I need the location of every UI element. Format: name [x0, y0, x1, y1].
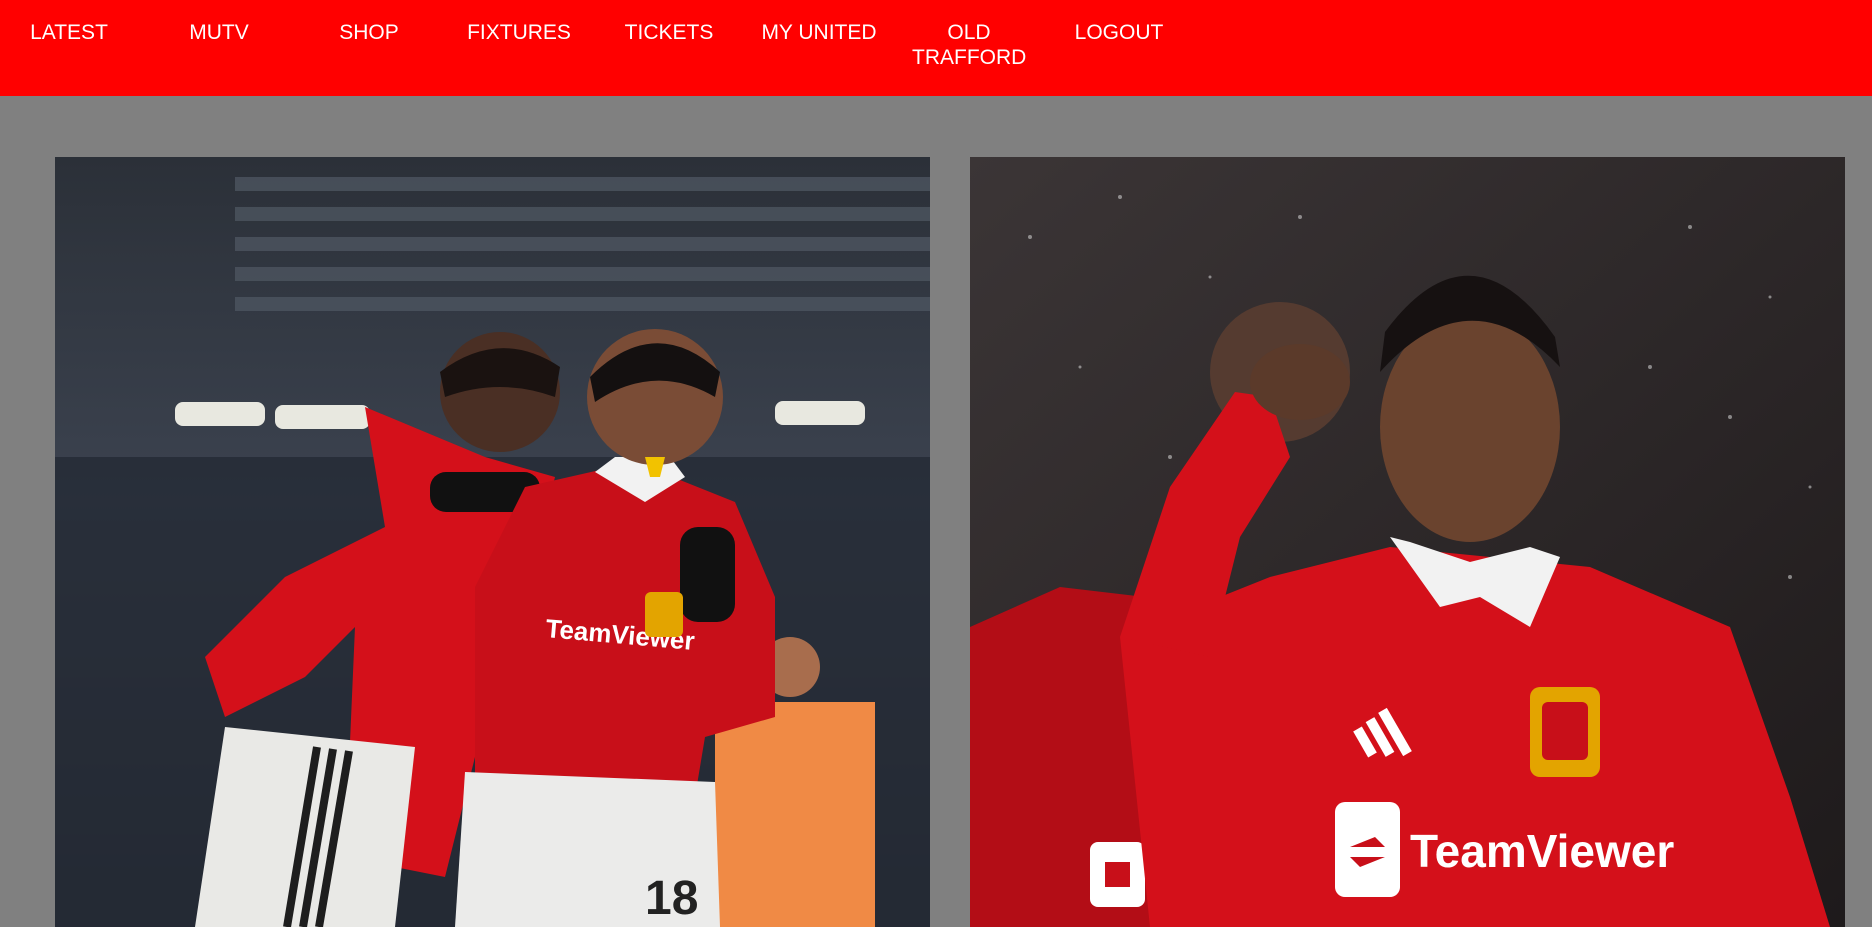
top-navigation-bar: LATEST MUTV SHOP FIXTURES TICKETS MY UNI… — [0, 0, 1872, 96]
jersey-sponsor-text: TeamViewer — [1410, 825, 1674, 877]
nav-item-shop[interactable]: SHOP — [294, 20, 444, 45]
shirt-number-18: 18 — [645, 872, 698, 925]
nav-item-latest[interactable]: LATEST — [0, 20, 144, 45]
nav-item-mutv[interactable]: MUTV — [144, 20, 294, 45]
nav-item-my-united[interactable]: MY UNITED — [744, 20, 894, 45]
photo-two-players-celebrating[interactable]: 18 TeamViewer — [55, 157, 930, 927]
photo-player-pointing-to-head[interactable]: TeamViewer — [970, 157, 1845, 927]
photo-pointing-image: TeamViewer — [970, 157, 1845, 927]
photo-celebration-image: 18 TeamViewer — [55, 157, 930, 927]
nav-item-logout[interactable]: LOGOUT — [1044, 20, 1194, 45]
nav-item-old-trafford[interactable]: OLD TRAFFORD — [894, 20, 1044, 70]
nav-item-fixtures[interactable]: FIXTURES — [444, 20, 594, 45]
nav-item-tickets[interactable]: TICKETS — [594, 20, 744, 45]
